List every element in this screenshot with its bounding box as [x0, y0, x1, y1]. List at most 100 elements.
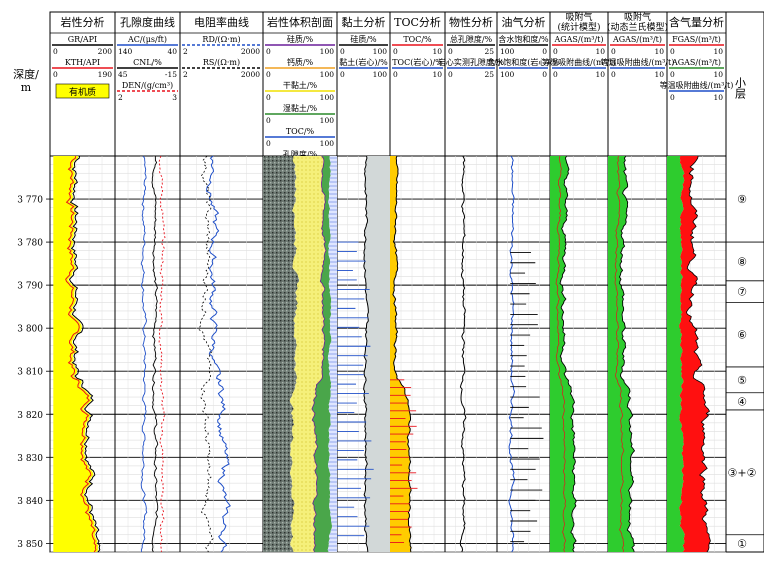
curve-max: 10	[432, 47, 442, 56]
layer-label: ④	[737, 395, 747, 408]
curve-min: 100	[500, 47, 515, 56]
curve-min: 0	[53, 70, 58, 79]
curve-min: 0	[266, 47, 271, 56]
curve-max: 25	[484, 47, 494, 56]
curve-min: 0	[266, 116, 271, 125]
layer-label: ⑧	[737, 255, 747, 268]
clay-fill	[363, 156, 390, 552]
curve-name: TOC(岩心)/%	[392, 57, 443, 67]
curve-min: 0	[53, 47, 58, 56]
curve-min: 0	[340, 70, 345, 79]
track-title: 油气分析	[502, 15, 546, 29]
curve-name: 含水饱和度/%	[498, 34, 549, 44]
curve-name: 等温吸附曲线/(m³/t)	[660, 80, 734, 90]
track-title: (动态兰氏模型)	[607, 21, 668, 33]
curve-name: 等温吸附曲线/(m³/t)	[601, 57, 675, 67]
layer-label: ①	[737, 537, 747, 550]
curve-min: 0	[611, 47, 616, 56]
curve-max: 100	[373, 47, 388, 56]
track-title: 岩性体积剖面	[267, 15, 333, 29]
curve-max: 10	[595, 47, 605, 56]
curve-name: DEN/(g/cm³)	[122, 81, 173, 90]
curve-max: 25	[484, 70, 494, 79]
curve-name: KTH/API	[65, 58, 100, 67]
curve-name: AGAS/(m³/t)	[671, 58, 721, 67]
track-title: (统计模型)	[557, 21, 600, 33]
well-log-chart: 深度/m 小层 岩性分析GR/API0 200KTH/API0 190有机质孔隙度曲…	[13, 11, 764, 553]
layer-label: ⑤	[737, 374, 747, 387]
curve-max: 10	[654, 47, 664, 56]
layer-label: ⑦	[737, 286, 747, 299]
curve-min: 2	[118, 93, 123, 102]
depth-tick-label: 3 850	[17, 540, 43, 550]
curve-name: GR/API	[68, 35, 97, 44]
curve-min: 0	[553, 47, 558, 56]
curve-max: 10	[595, 70, 605, 79]
track-title: 岩性分析	[61, 15, 105, 29]
curve-name: 硅质/%	[350, 34, 377, 44]
track-title: 含气量分析	[669, 15, 724, 29]
track-title: 吸附气	[565, 11, 592, 23]
curve-name: 硅质/%	[287, 34, 314, 44]
curve-max: 100	[373, 70, 388, 79]
layer-label: ⑥	[737, 329, 747, 342]
curve-name: RD/(Ω·m)	[202, 35, 240, 44]
curve-min: 0	[266, 139, 271, 148]
curve-max: 100	[320, 116, 335, 125]
curve-min: 100	[500, 70, 515, 79]
curve-min: 0	[448, 47, 453, 56]
curve-name: RS/(Ω·m)	[203, 58, 240, 67]
depth-tick-label: 3 780	[17, 239, 43, 249]
curve-name: AGAS/(m³/t)	[612, 35, 662, 44]
depth-axis-title: 深度/m	[13, 67, 39, 94]
curve-max: 100	[320, 93, 335, 102]
depth-tick-label: 3 830	[17, 454, 43, 464]
curve-max: 100	[320, 139, 335, 148]
curve-min: 0	[670, 70, 675, 79]
curve-name: TOC/%	[286, 127, 315, 136]
curve-max: 3	[172, 93, 177, 102]
curve-max: 190	[98, 70, 113, 79]
curve-name: 干黏土/%	[283, 80, 318, 90]
track-title: 吸附气	[624, 11, 651, 23]
curve-min: 0	[448, 70, 453, 79]
organic-legend-label: 有机质	[69, 86, 96, 98]
curve-max: 10	[713, 70, 723, 79]
depth-tick-label: 3 820	[17, 411, 43, 421]
curve-name: 钙质/%	[287, 57, 314, 67]
curve-max: 10	[713, 47, 723, 56]
curve-min: 0	[266, 70, 271, 79]
curve-max: 100	[320, 70, 335, 79]
layer-label: ③+②	[728, 466, 757, 479]
depth-tick-label: 3 800	[17, 325, 43, 335]
curve-max: 40	[167, 47, 177, 56]
curve-name: 湿黏土/%	[283, 103, 318, 113]
depth-tick-label: 3 810	[17, 368, 43, 378]
curve-min: 0	[266, 93, 271, 102]
curve-min: 0	[393, 70, 398, 79]
curve-min: 0	[393, 47, 398, 56]
curve-min: 0	[340, 47, 345, 56]
curve-max: 200	[98, 47, 113, 56]
curve-name: 黏土(岩心)/%	[339, 57, 388, 67]
depth-tick-label: 3 770	[17, 196, 43, 206]
track-title: 物性分析	[449, 15, 493, 29]
layer-label: ⑨	[737, 193, 747, 206]
curve-max: 10	[713, 93, 723, 102]
curve-name: AGAS/(m³/t)	[553, 35, 603, 44]
curve-max: 2000	[241, 70, 260, 79]
track-title: 电阻率曲线	[194, 15, 249, 29]
curve-max: 2000	[241, 47, 260, 56]
curve-min: 0	[611, 70, 616, 79]
curve-min: 140	[118, 47, 133, 56]
curve-min: 2	[183, 70, 188, 79]
curve-min: 0	[670, 93, 675, 102]
curve-max: 0	[542, 70, 547, 79]
curve-name: FGAS/(m³/t)	[672, 35, 721, 44]
track-title: 孔隙度曲线	[120, 15, 175, 29]
curve-min: 0	[670, 47, 675, 56]
depth-tick-label: 3 840	[17, 497, 43, 507]
curve-name: CNL/%	[133, 58, 162, 67]
curve-min: 45	[118, 70, 128, 79]
curve-name: 总孔隙度/%	[450, 34, 493, 44]
